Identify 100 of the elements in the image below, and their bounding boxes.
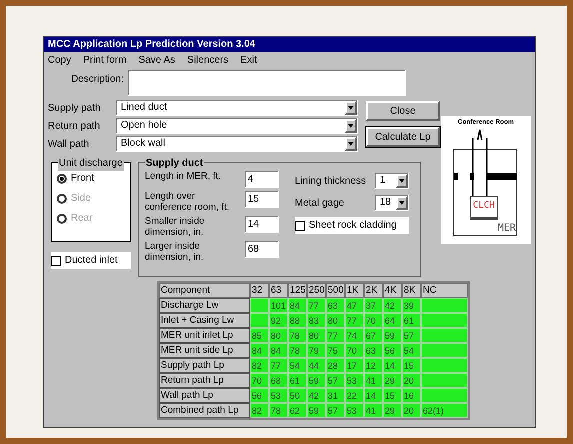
field-label: Metal gage xyxy=(295,196,346,210)
row-header: Supply path Lp xyxy=(159,358,250,373)
table-cell: 59 xyxy=(383,328,402,343)
field-label: Length over conference room, ft. xyxy=(145,191,230,213)
column-header: Component xyxy=(159,283,250,298)
menu-item[interactable]: Copy xyxy=(48,52,72,68)
field-label: Smaller inside dimension, in. xyxy=(145,216,206,238)
group-title: Unit discharge xyxy=(58,156,124,171)
table-cell: 92 xyxy=(269,313,288,328)
table-cell: 74 xyxy=(345,328,364,343)
action-button[interactable]: Close xyxy=(366,101,440,121)
table-cell: 20 xyxy=(402,373,421,388)
input-field[interactable]: 4 xyxy=(245,171,279,188)
description-field[interactable] xyxy=(128,70,406,96)
table-cell: 61 xyxy=(402,313,421,328)
table-cell: 77 xyxy=(269,358,288,373)
column-header: 2K xyxy=(364,283,383,298)
column-header: NC xyxy=(421,283,468,298)
dropdown[interactable]: 1 xyxy=(375,173,409,189)
table-cell: 56 xyxy=(383,343,402,358)
dropdown[interactable]: 18 xyxy=(375,195,409,211)
table-cell: 44 xyxy=(307,358,326,373)
table-cell: 80 xyxy=(307,328,326,343)
menu-item[interactable]: Save As xyxy=(138,52,176,68)
row-header: Inlet + Casing Lw xyxy=(159,313,250,328)
table-cell: 41 xyxy=(364,373,383,388)
table-cell: 59 xyxy=(307,403,326,418)
table-cell: 28 xyxy=(326,358,345,373)
table-cell: 31 xyxy=(326,388,345,403)
field-label: Wall path xyxy=(48,138,90,152)
row-header: MER unit side Lp xyxy=(159,343,250,358)
input-field[interactable]: 14 xyxy=(245,216,279,233)
table-cell: 41 xyxy=(364,403,383,418)
table-cell: 75 xyxy=(326,343,345,358)
column-header: 8K xyxy=(402,283,421,298)
table-cell: 22 xyxy=(345,388,364,403)
field-label: Larger inside dimension, in. xyxy=(145,241,205,263)
table-cell: 50 xyxy=(288,388,307,403)
input-field[interactable]: 15 xyxy=(245,191,279,208)
table-cell: 77 xyxy=(345,313,364,328)
table-cell: 85 xyxy=(250,328,269,343)
input-field[interactable]: 68 xyxy=(245,241,279,258)
menu-item[interactable]: Print form xyxy=(83,52,127,68)
table-cell: 53 xyxy=(345,403,364,418)
group-title: Supply duct xyxy=(145,156,204,171)
table-cell: 29 xyxy=(383,373,402,388)
table-cell: 54 xyxy=(402,343,421,358)
table-cell: 83 xyxy=(307,313,326,328)
table-cell: 77 xyxy=(326,328,345,343)
table-cell: 84 xyxy=(250,343,269,358)
table-cell: 15 xyxy=(383,388,402,403)
column-header: 4K xyxy=(383,283,402,298)
dropdown[interactable]: Lined duct xyxy=(116,100,358,116)
radio-button[interactable]: Front xyxy=(57,171,130,186)
table-cell: 59 xyxy=(307,373,326,388)
dropdown[interactable]: Open hole xyxy=(116,118,358,134)
table-cell: 63 xyxy=(326,298,345,313)
row-header: Combined path Lp xyxy=(159,403,250,418)
table-cell: 67 xyxy=(364,328,383,343)
row-header: Discharge Lw xyxy=(159,298,250,313)
checkbox[interactable]: Sheet rock cladding xyxy=(295,217,409,234)
row-header: Return path Lp xyxy=(159,373,250,388)
unit-label: CLCH xyxy=(470,196,498,220)
table-cell: 57 xyxy=(326,373,345,388)
table-cell: 16 xyxy=(402,388,421,403)
table-cell: 57 xyxy=(326,403,345,418)
table-cell: 47 xyxy=(345,298,364,313)
table-cell: 54 xyxy=(288,358,307,373)
field-label: Supply path xyxy=(48,102,102,116)
table-cell: 78 xyxy=(269,403,288,418)
table-cell: 82 xyxy=(250,358,269,373)
column-header: 63 xyxy=(269,283,288,298)
row-header: Wall path Lp xyxy=(159,388,250,403)
table-cell: 70 xyxy=(364,313,383,328)
column-header: 1K xyxy=(345,283,364,298)
table-cell: 29 xyxy=(383,403,402,418)
table-cell: 53 xyxy=(345,373,364,388)
checkbox[interactable]: Ducted inlet xyxy=(51,252,131,269)
table-cell: 70 xyxy=(250,373,269,388)
table-cell: 57 xyxy=(402,328,421,343)
row-header: MER unit inlet Lp xyxy=(159,328,250,343)
window-title: MCC Application Lp Prediction Version 3.04 xyxy=(44,37,535,52)
field-label: Length in MER, ft. xyxy=(145,171,222,182)
table-cell: 88 xyxy=(288,313,307,328)
table-cell: 84 xyxy=(288,298,307,313)
menu-item[interactable]: Silencers xyxy=(187,52,229,68)
table-cell: 42 xyxy=(383,298,402,313)
table-cell: 15 xyxy=(402,358,421,373)
table-cell: 63 xyxy=(364,343,383,358)
table-cell: 62 xyxy=(288,403,307,418)
table-cell: 62(1) xyxy=(421,403,468,418)
dropdown[interactable]: Block wall xyxy=(116,136,358,152)
table-cell: 77 xyxy=(307,298,326,313)
table-cell: 12 xyxy=(364,358,383,373)
table-cell: 78 xyxy=(288,328,307,343)
action-button[interactable]: Calculate Lp xyxy=(366,127,440,147)
field-label: Return path xyxy=(48,120,102,134)
table-cell: 20 xyxy=(402,403,421,418)
table-cell: 101 xyxy=(269,298,288,313)
menu-item[interactable]: Exit xyxy=(240,52,258,68)
